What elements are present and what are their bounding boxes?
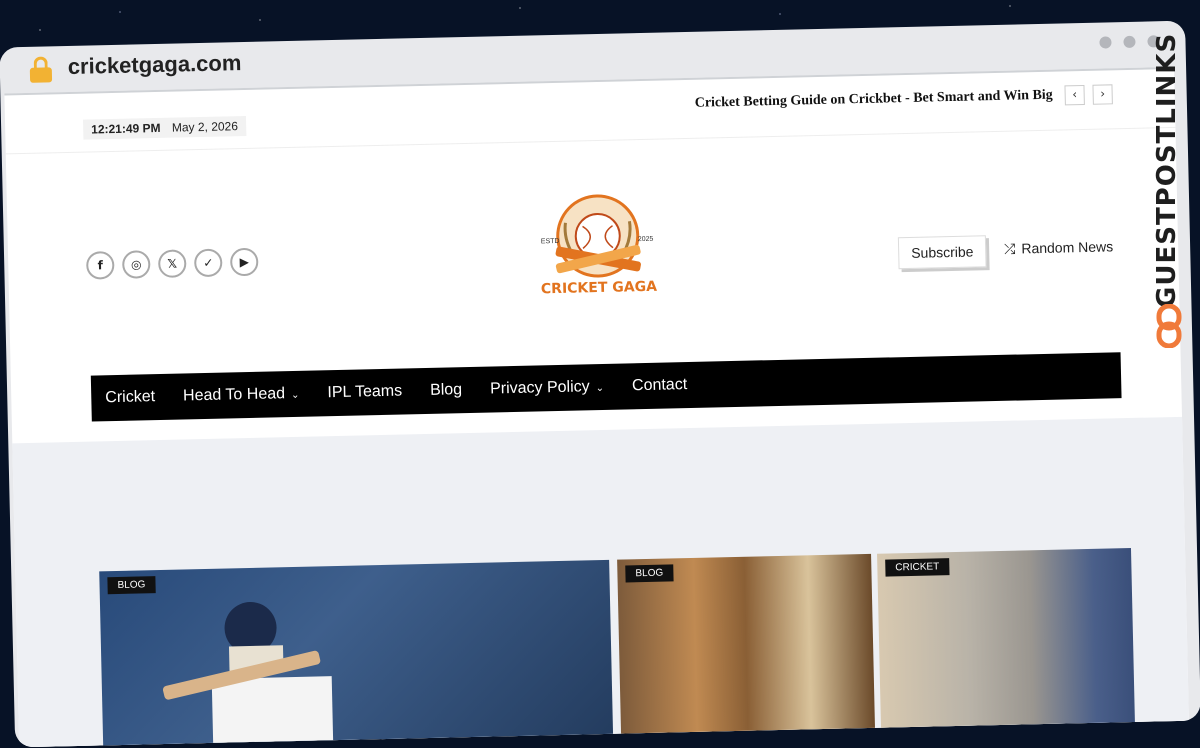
news-ticker[interactable]: Cricket Betting Guide on Crickbet - Bet …: [695, 88, 1053, 112]
featured-card-1[interactable]: BLOG: [99, 559, 614, 748]
card-caption: Top 10 Cricket Movies (And: [641, 737, 835, 748]
nav-item-ipl-teams[interactable]: IPL Teams: [313, 382, 416, 402]
featured-card-2[interactable]: BLOG Top 10 Cricket Movies (And: [617, 553, 876, 748]
card-caption: Who Is the Godfather of: [901, 731, 1069, 748]
nav-item-head-to-head[interactable]: Head To Head ⌄: [169, 385, 314, 406]
ticker-prev-button[interactable]: ‹: [1064, 84, 1085, 106]
chevron-down-icon: ⌄: [290, 389, 300, 402]
subscribe-button[interactable]: Subscribe: [897, 235, 987, 270]
facebook-icon[interactable]: f: [85, 251, 115, 280]
guestpostlinks-watermark: GUESTPOSTLINKS: [1152, 33, 1192, 358]
browser-window: cricketgaga.com 12:21:49 PM May 2, 2026 …: [0, 20, 1200, 748]
main-nav: Cricket Head To Head ⌄ IPL Teams Blog Pri…: [90, 352, 1122, 422]
chevron-down-icon: ⌄: [595, 382, 605, 395]
web-page: 12:21:49 PM May 2, 2026 Cricket Betting …: [4, 66, 1190, 748]
nav-item-contact[interactable]: Contact: [618, 376, 702, 396]
window-controls[interactable]: [1099, 35, 1160, 49]
card-tag: BLOG: [107, 576, 156, 595]
date-time: 12:21:49 PM May 2, 2026: [82, 115, 247, 140]
x-twitter-icon[interactable]: 𝕏: [157, 249, 187, 278]
nav-item-blog[interactable]: Blog: [416, 381, 476, 400]
social-links: f ◎ 𝕏 ✓ ▶: [85, 247, 259, 280]
nav-item-cricket[interactable]: Cricket: [91, 388, 169, 408]
card-tag: BLOG: [625, 564, 674, 583]
shuffle-icon: ⤮: [1003, 240, 1016, 257]
random-news-link[interactable]: ⤮ Random News: [1004, 238, 1113, 257]
featured-card-3[interactable]: CRICKET Who Is the Godfather of: [877, 548, 1136, 748]
nav-item-privacy-policy[interactable]: Privacy Policy ⌄: [476, 378, 618, 399]
dot-icon[interactable]: [1099, 36, 1112, 49]
vk-icon[interactable]: ✓: [193, 248, 223, 278]
current-date: May 2, 2026: [171, 119, 239, 135]
instagram-icon[interactable]: ◎: [121, 250, 151, 279]
site-logo[interactable]: ESTD 2025 CRICKET GAGA: [532, 191, 665, 314]
card-tag: CRICKET: [885, 558, 950, 577]
logo-estd: ESTD: [541, 238, 560, 245]
dot-icon[interactable]: [1123, 35, 1136, 49]
random-news-label: Random News: [1021, 238, 1114, 257]
lock-icon: [29, 56, 53, 83]
clock-time: 12:21:49 PM: [91, 120, 161, 137]
logo-text: CRICKET GAGA: [541, 279, 658, 298]
youtube-icon[interactable]: ▶: [229, 247, 259, 277]
ticker-next-button[interactable]: ›: [1092, 84, 1113, 105]
featured-section: BLOG BLOG Top 10 Cricket Movies (And CRI…: [12, 416, 1190, 748]
watermark-text: GUESTPOSTLINKS: [1152, 32, 1182, 308]
chain-link-icon: [1156, 304, 1182, 348]
logo-year: 2025: [638, 236, 654, 243]
url-text[interactable]: cricketgaga.com: [67, 50, 241, 80]
